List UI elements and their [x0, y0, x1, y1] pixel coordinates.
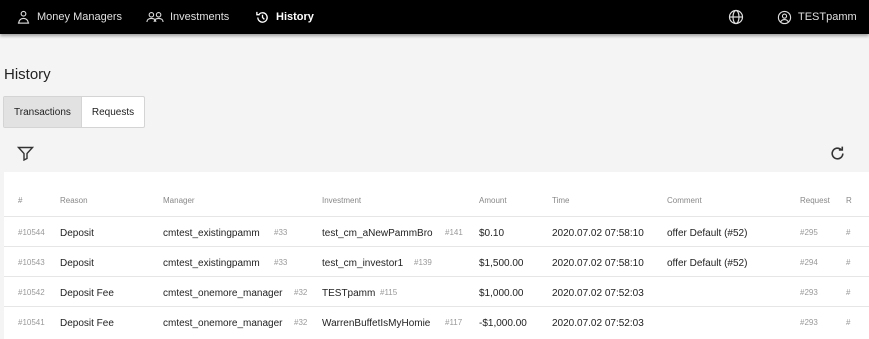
history-tabs: Transactions Requests — [3, 96, 146, 128]
investment-name[interactable]: test_cm_aNewPammBro — [322, 228, 433, 239]
people-stack-icon — [17, 10, 30, 24]
column-header-request: Request — [800, 196, 830, 205]
investment-name[interactable]: TESTpamm — [322, 288, 375, 299]
manager-name[interactable]: cmtest_existingpamm — [163, 228, 260, 239]
column-header-reason: Reason — [60, 196, 88, 205]
amount: -$1,000.00 — [479, 318, 527, 329]
transaction-id: #10543 — [18, 258, 45, 267]
language-selector[interactable] — [728, 0, 750, 34]
amount: $1,000.00 — [479, 288, 524, 299]
request-id[interactable]: #294 — [800, 258, 818, 267]
time: 2020.07.02 07:52:03 — [552, 288, 644, 299]
page-title: History — [4, 66, 51, 83]
amount: $1,500.00 — [479, 258, 524, 269]
time: 2020.07.02 07:58:10 — [552, 228, 644, 239]
user-circle-icon — [777, 10, 792, 24]
user-menu[interactable]: TESTpamm — [777, 0, 857, 34]
nav-money-managers[interactable]: Money Managers — [16, 0, 122, 34]
transactions-table: # Reason Manager Investment Amount Time … — [4, 172, 869, 339]
transaction-id: #10542 — [18, 288, 45, 297]
request-id[interactable]: #293 — [800, 318, 818, 327]
reason: Deposit Fee — [60, 318, 114, 329]
manager-name[interactable]: cmtest_onemore_manager — [163, 288, 283, 299]
transaction-id: #10541 — [18, 318, 45, 327]
top-navigation-bar: Money Managers Investments History TESTp… — [0, 0, 869, 34]
user-name: TESTpamm — [798, 11, 857, 23]
comment: offer Default (#52) — [667, 228, 748, 239]
manager-name[interactable]: cmtest_onemore_manager — [163, 318, 283, 329]
manager-id: #32 — [294, 288, 308, 297]
table-row[interactable]: #10543 Deposit cmtest_existingpamm #33 t… — [4, 246, 869, 277]
nav-investments-label: Investments — [170, 11, 230, 23]
r-id: # — [846, 258, 851, 267]
r-id: # — [846, 318, 851, 327]
group-icon — [146, 11, 164, 22]
column-header-amount: Amount — [479, 196, 507, 205]
reason: Deposit Fee — [60, 288, 114, 299]
reason: Deposit — [60, 258, 94, 269]
globe-icon — [728, 9, 744, 25]
investment-id: #115 — [380, 288, 398, 297]
investment-id: #141 — [445, 228, 463, 237]
manager-name[interactable]: cmtest_existingpamm — [163, 258, 260, 269]
tab-requests[interactable]: Requests — [80, 97, 144, 127]
investment-name[interactable]: WarrenBuffetIsMyHomie — [322, 318, 430, 329]
comment: offer Default (#52) — [667, 258, 748, 269]
request-id[interactable]: #295 — [800, 228, 818, 237]
table-row[interactable]: #10544 Deposit cmtest_existingpamm #33 t… — [4, 216, 869, 247]
investment-name[interactable]: test_cm_investor1 — [322, 258, 403, 269]
nav-history-label: History — [276, 11, 314, 23]
transaction-id: #10544 — [18, 228, 45, 237]
table-row[interactable]: #10542 Deposit Fee cmtest_onemore_manage… — [4, 276, 869, 307]
investment-id: #139 — [414, 258, 432, 267]
manager-id: #33 — [274, 258, 288, 267]
time: 2020.07.02 07:58:10 — [552, 258, 644, 269]
column-header-comment: Comment — [667, 196, 702, 205]
nav-history[interactable]: History — [255, 0, 314, 34]
request-id[interactable]: #293 — [800, 288, 818, 297]
time: 2020.07.02 07:52:03 — [552, 318, 644, 329]
r-id: # — [846, 288, 851, 297]
manager-id: #32 — [294, 318, 308, 327]
nav-investments[interactable]: Investments — [146, 0, 229, 34]
column-header-id: # — [18, 196, 23, 205]
filter-icon[interactable] — [17, 146, 34, 161]
history-icon — [256, 11, 268, 23]
column-header-r: R — [846, 196, 852, 205]
investment-id: #117 — [445, 318, 463, 327]
refresh-icon[interactable] — [829, 145, 846, 162]
nav-money-managers-label: Money Managers — [37, 11, 122, 23]
column-header-time: Time — [552, 196, 570, 205]
column-header-manager: Manager — [163, 196, 195, 205]
amount: $0.10 — [479, 228, 505, 239]
reason: Deposit — [60, 228, 94, 239]
column-header-investment: Investment — [322, 196, 362, 205]
r-id: # — [846, 228, 851, 237]
tab-transactions[interactable]: Transactions — [4, 97, 81, 127]
manager-id: #33 — [274, 228, 288, 237]
table-row[interactable]: #10541 Deposit Fee cmtest_onemore_manage… — [4, 306, 869, 337]
